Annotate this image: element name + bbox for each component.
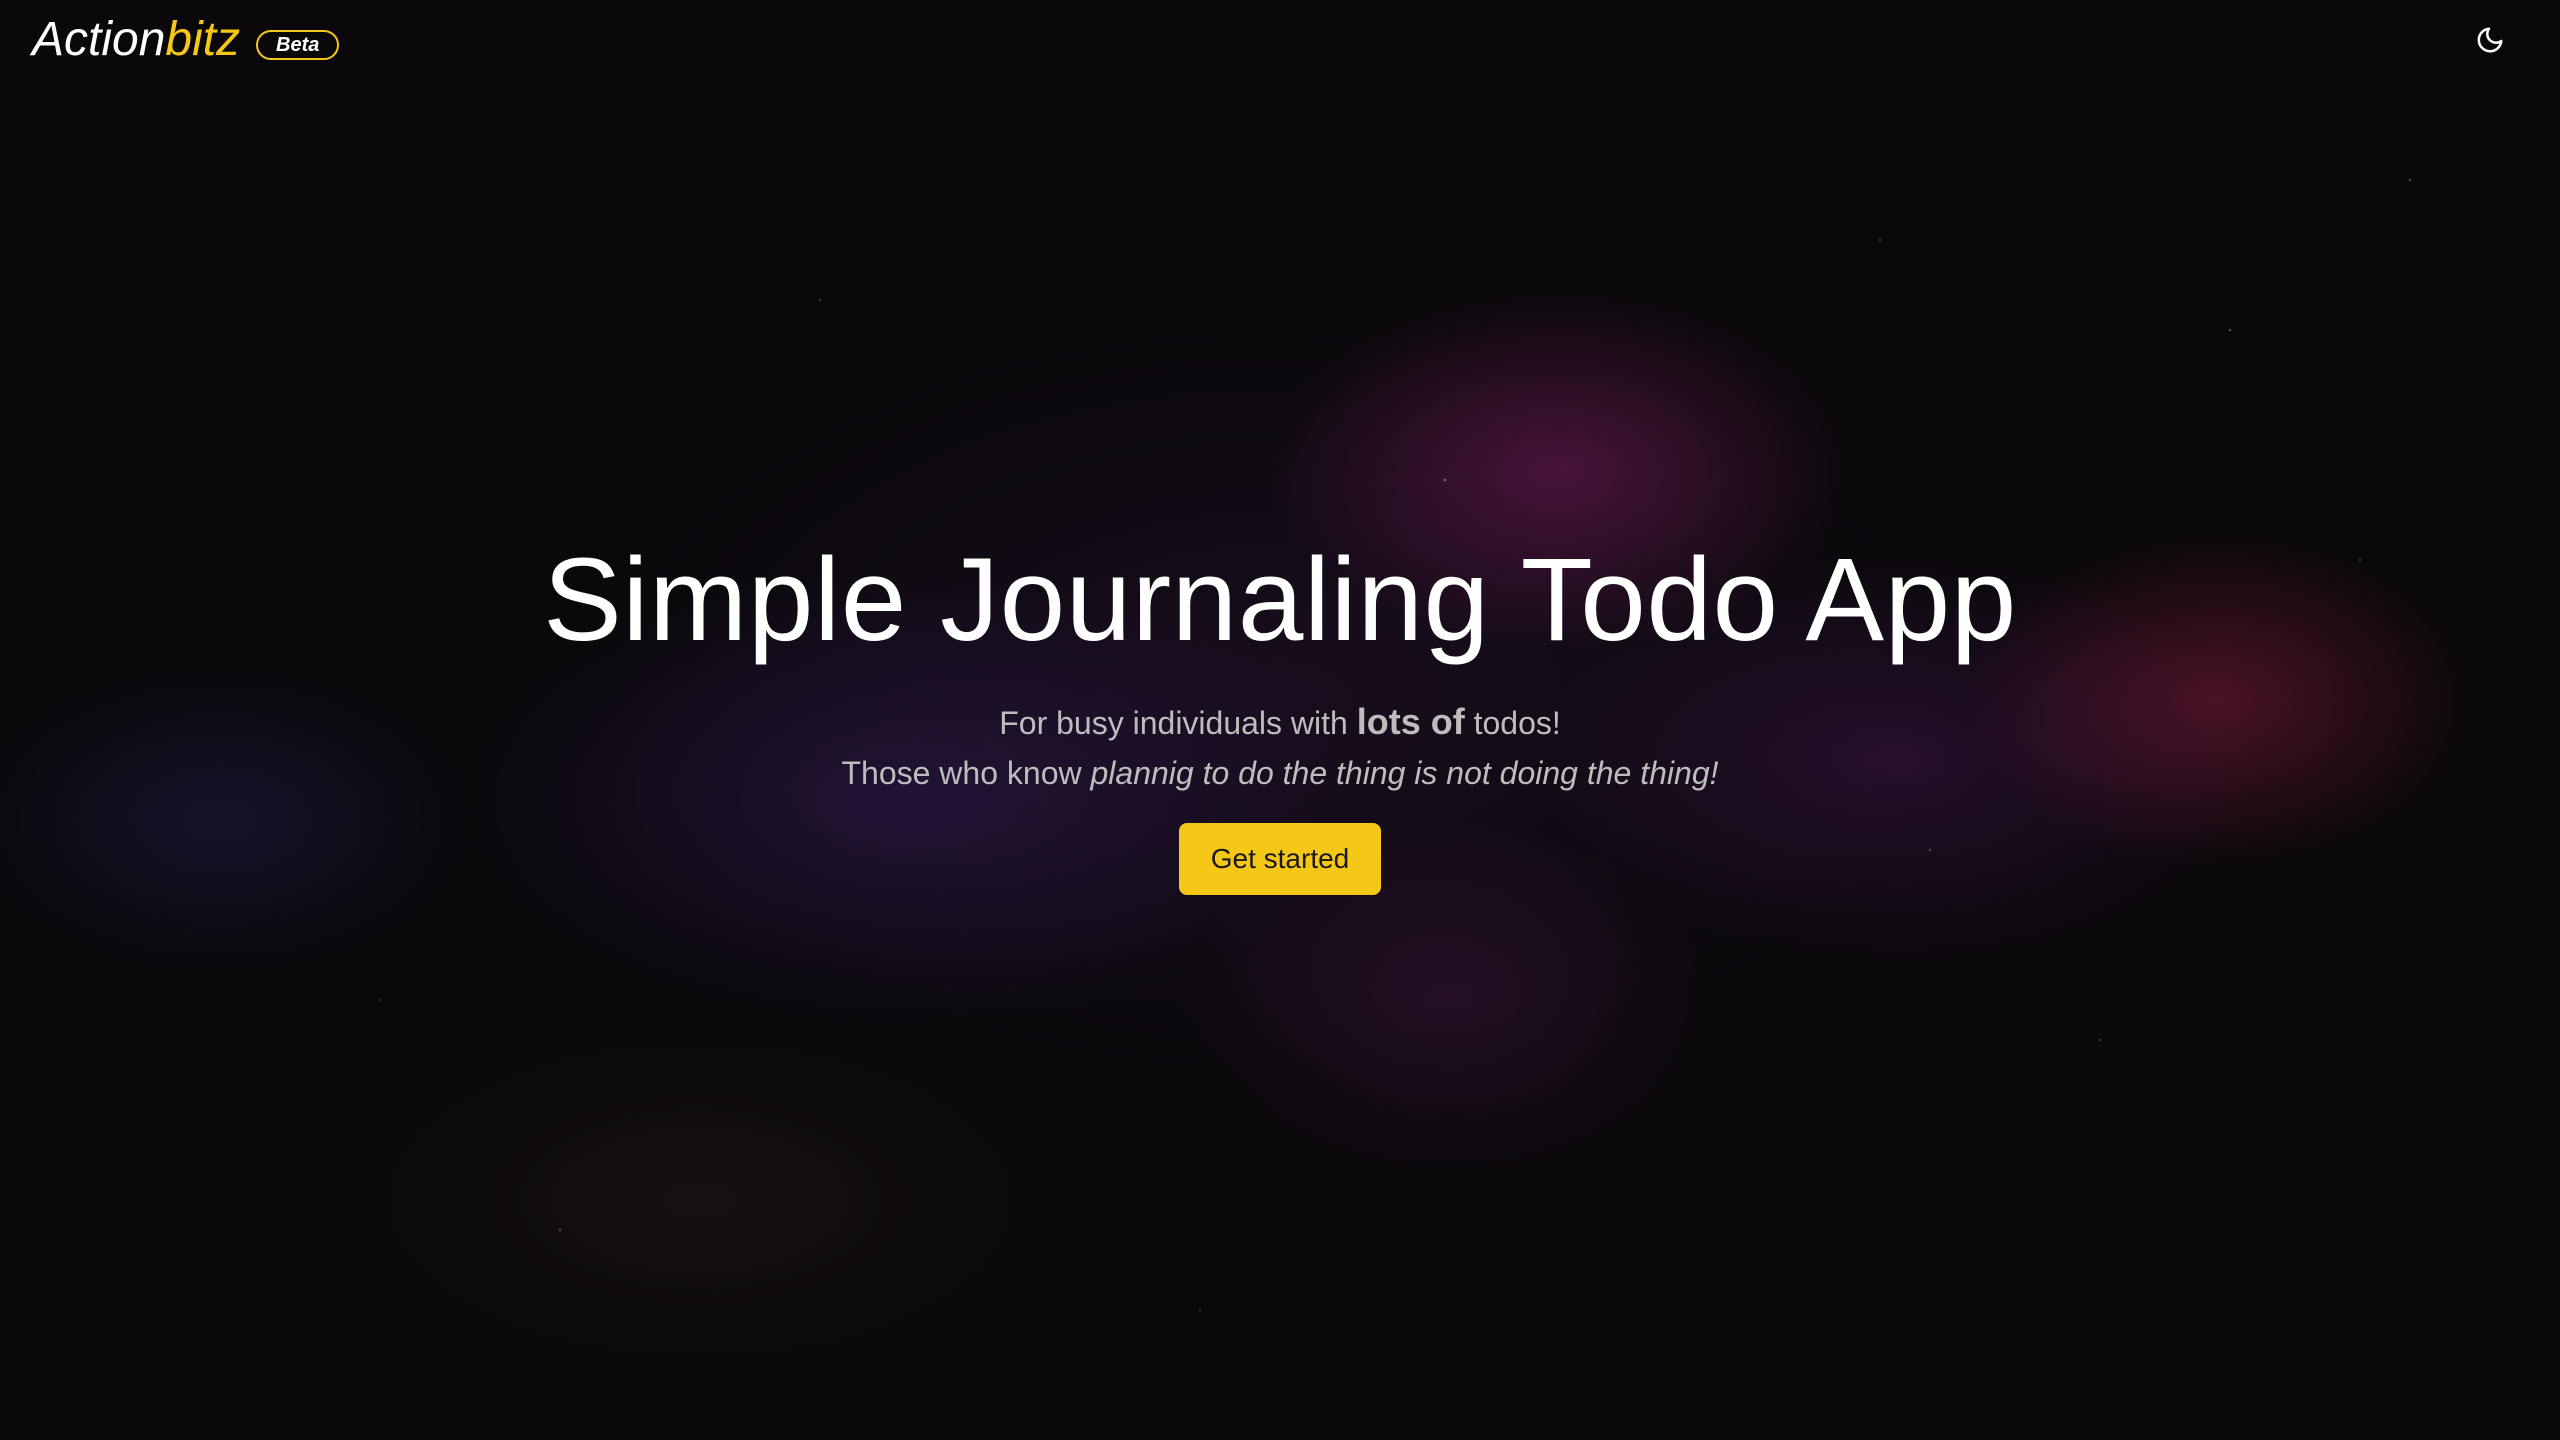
tagline-secondary-italic: plannig to do the thing is not doing the… — [1090, 755, 1719, 791]
tagline-primary-end: todos! — [1464, 705, 1561, 741]
moon-icon — [2477, 27, 2503, 53]
tagline-secondary-start: Those who know — [841, 755, 1091, 791]
get-started-button[interactable]: Get started — [1179, 823, 1381, 895]
logo-accent-text: bitz — [165, 13, 241, 66]
hero-title: Simple Journaling Todo App — [543, 534, 2017, 666]
hero-section: Simple Journaling Todo App For busy indi… — [0, 520, 2560, 895]
top-bar: Actionbitz Beta — [0, 0, 2560, 80]
theme-toggle-button[interactable] — [2470, 20, 2510, 60]
landing-page: Actionbitz Beta Simple Journaling Todo A… — [0, 0, 2560, 1440]
tagline-primary-start: For busy individuals with — [999, 705, 1357, 741]
tagline-primary: For busy individuals with lots of todos! — [0, 698, 2560, 747]
beta-badge: Beta — [256, 30, 340, 60]
logo-primary-text: Action — [32, 13, 166, 66]
brand-logo[interactable]: Actionbitz — [32, 12, 240, 68]
tagline-secondary: Those who know plannig to do the thing i… — [0, 747, 2560, 799]
tagline-primary-emphasis: lots of — [1356, 701, 1465, 742]
